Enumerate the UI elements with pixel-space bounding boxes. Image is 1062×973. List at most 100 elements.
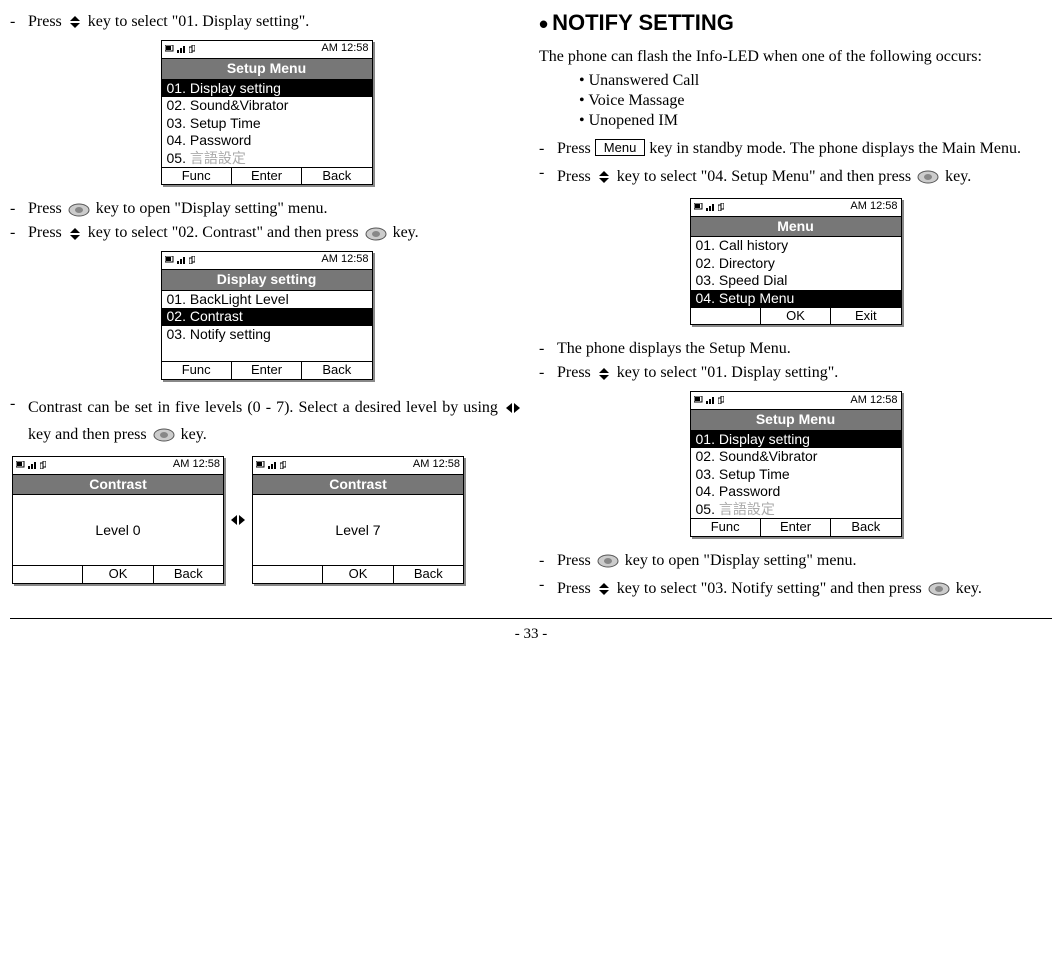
menu-item: 03. Speed Dial [691,272,901,290]
up-down-key-icon [68,15,82,29]
softkey-back: Back [393,566,463,582]
text: key to open "Display setting" menu. [96,200,328,217]
screen-title: Contrast [253,474,463,496]
menu-item: 03. Setup Time [691,466,901,484]
menu-item: 05. 言語設定 [162,150,372,168]
screen-title: Setup Menu [691,409,901,431]
text: key. [393,224,419,241]
text: key and then press [28,426,151,443]
notify-intro: The phone can flash the Info-LED when on… [539,47,1052,67]
text: key to open "Display setting" menu. [625,552,857,569]
step-open-display-setting: - Press key to open "Display setting" me… [10,199,523,219]
phone-screen-setup-menu: AM 12:58 Setup Menu 01. Display setting … [161,40,373,185]
step-press-menu: - Press Menu key in standby mode. The ph… [539,139,1052,159]
step-select-setup-menu: - Press key to select "04. Setup Menu" a… [539,163,1052,190]
phone-screen-display-setting: AM 12:58 Display setting 01. BackLight L… [161,251,373,379]
text: Press [557,364,595,381]
menu-item: 04. Password [691,483,901,501]
phone-screen-contrast-7: AM 12:58 Contrast Level 7 OK Back [252,456,464,584]
menu-item: 03. Setup Time [162,115,372,133]
text: Press [557,168,595,185]
softkey-func: Func [162,168,231,184]
menu-item: 01. Display setting [162,80,372,98]
menu-item: 01. Display setting [691,431,901,449]
contrast-level: Level 7 [253,495,463,565]
status-time: AM 12:58 [850,394,897,408]
status-time: AM 12:58 [321,42,368,56]
screen-title: Menu [691,216,901,238]
status-icons [165,256,195,264]
menu-item: 05. 言語設定 [691,501,901,519]
step-select-notify-setting: - Press key to select "03. Notify settin… [539,575,1052,602]
text: Press [557,140,595,157]
text: key to select "03. Notify setting" and t… [617,580,926,597]
notify-item: Unopened IM [579,111,1052,131]
softkey-enter: Enter [760,519,830,535]
softkey-func: Func [691,519,760,535]
softkey-back: Back [153,566,223,582]
softkey-enter: Enter [231,168,301,184]
softkey-back: Back [301,362,371,378]
softkey-empty [253,566,322,582]
step-contrast-levels: - Contrast can be set in five levels (0 … [10,394,523,448]
menu-item: 04. Setup Menu [691,290,901,308]
text: key to select "02. Contrast" and then pr… [88,224,363,241]
cjk-text: 言語設定 [719,501,775,517]
text: key to select "01. Display setting". [617,364,838,381]
softkey-ok: OK [82,566,152,582]
center-key-icon [153,428,175,442]
menu-item: 02. Sound&Vibrator [691,448,901,466]
center-key-icon [68,203,90,217]
heading-text: NOTIFY SETTING [552,10,734,35]
step-select-display-setting: - Press key to select "01. Display setti… [10,12,523,32]
status-icons [16,461,46,469]
menu-item: 02. Directory [691,255,901,273]
step-select-contrast: - Press key to select "02. Contrast" and… [10,223,523,243]
center-key-icon [597,554,619,568]
center-key-icon [917,170,939,184]
section-heading: •NOTIFY SETTING [539,8,1052,41]
menu-key-icon: Menu [595,139,646,157]
text: Press [28,13,66,30]
status-time: AM 12:58 [850,200,897,214]
menu-item: 02. Contrast [162,308,372,326]
up-down-key-icon [597,582,611,596]
screen-title: Setup Menu [162,58,372,80]
text: Press [28,224,66,241]
center-key-icon [928,582,950,596]
text: Contrast can be set in five levels (0 - … [28,399,503,416]
notify-item: Voice Massage [579,91,1052,111]
softkey-back: Back [301,168,371,184]
softkey-empty [13,566,82,582]
up-down-key-icon [68,227,82,241]
text: key to select "04. Setup Menu" and then … [617,168,915,185]
text: key. [181,426,207,443]
left-right-key-icon [505,402,521,414]
softkey-empty [691,308,760,324]
text: Press [28,200,66,217]
status-icons [165,45,195,53]
step-open-display-setting-2: - Press key to open "Display setting" me… [539,551,1052,571]
text: key. [945,168,971,185]
text: Press [557,552,595,569]
menu-item: 02. Sound&Vibrator [162,97,372,115]
status-time: AM 12:58 [321,253,368,267]
text: key to select "01. Display setting". [88,13,309,30]
menu-item: 04. Password [162,132,372,150]
status-time: AM 12:58 [173,458,220,472]
page-footer: - 33 - [10,618,1052,654]
up-down-key-icon [597,367,611,381]
cjk-text: 言語設定 [190,150,246,166]
step-select-display-setting-2: - Press key to select "01. Display setti… [539,363,1052,383]
screen-title: Contrast [13,474,223,496]
phone-screen-setup-menu-2: AM 12:58 Setup Menu 01. Display setting … [690,391,902,536]
status-icons [256,461,286,469]
text: key. [956,580,982,597]
left-right-arrow-icon [230,513,246,527]
screen-title: Display setting [162,269,372,291]
phone-screen-contrast-0: AM 12:58 Contrast Level 0 OK Back [12,456,224,584]
notify-item: Unanswered Call [579,71,1052,91]
menu-item: 01. Call history [691,237,901,255]
center-key-icon [365,227,387,241]
text: Press [557,580,595,597]
